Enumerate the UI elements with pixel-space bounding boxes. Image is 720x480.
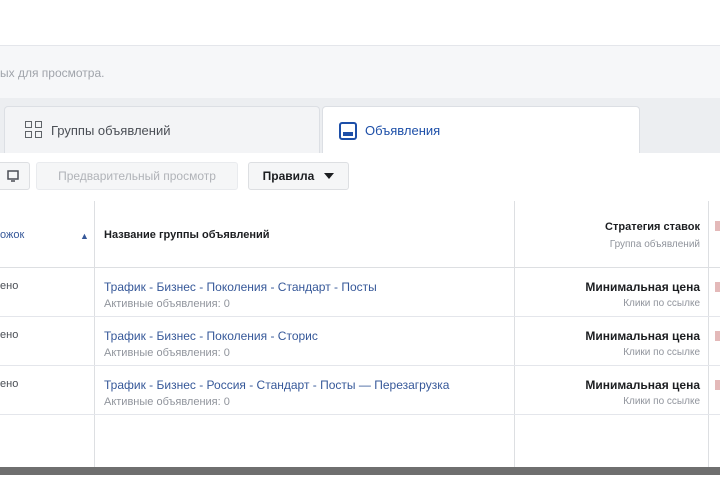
row-status: ено — [0, 378, 19, 390]
bid-strategy-sub: Клики по ссылке — [623, 396, 700, 407]
tab-ads[interactable]: Объявления — [322, 106, 640, 154]
chevron-down-icon — [324, 173, 335, 179]
ad-set-name-link[interactable]: Трафик - Бизнес - Поколения - Стандарт -… — [104, 280, 377, 294]
preview-button[interactable]: Предварительный просмотр — [36, 162, 238, 190]
tab-ad-sets[interactable]: Группы объявлений — [4, 106, 320, 153]
header-first-column[interactable]: ожок — [0, 229, 24, 241]
active-ads-count: Активные объявления: 0 — [104, 298, 230, 310]
edit-button[interactable] — [0, 162, 30, 190]
table-row[interactable]: ено Трафик - Бизнес - Поколения - Сторис… — [0, 317, 720, 366]
ad-sets-grid-icon — [25, 121, 43, 139]
active-ads-count: Активные объявления: 0 — [104, 347, 230, 359]
ads-table: ожок ▲ Название группы объявлений Страте… — [0, 201, 720, 467]
table-row[interactable]: ено Трафик - Бизнес - Россия - Стандарт … — [0, 366, 720, 415]
row-status: ено — [0, 280, 19, 292]
active-ads-count: Активные объявления: 0 — [104, 396, 230, 408]
tab-ads-label: Объявления — [365, 123, 441, 138]
header-bid-strategy-sub: Группа объявлений — [609, 239, 700, 250]
header-ad-set-name[interactable]: Название группы объявлений — [104, 229, 270, 241]
ad-set-name-link[interactable]: Трафик - Бизнес - Поколения - Сторис — [104, 329, 318, 343]
tab-ad-sets-label: Группы объявлений — [51, 122, 171, 138]
rules-label: Правила — [262, 169, 315, 183]
table-row[interactable]: ено Трафик - Бизнес - Поколения - Станда… — [0, 268, 720, 317]
info-bar: ых для просмотра. — [0, 45, 720, 99]
next-column-edge — [715, 331, 720, 341]
ads-icon — [339, 121, 357, 140]
bid-strategy-sub: Клики по ссылке — [623, 347, 700, 358]
horizontal-scrollbar[interactable] — [0, 467, 720, 475]
row-status: ено — [0, 329, 19, 341]
header-next-column-edge — [715, 221, 720, 231]
edit-icon — [7, 170, 19, 182]
next-column-edge — [715, 282, 720, 292]
table-header: ожок ▲ Название группы объявлений Страте… — [0, 201, 720, 268]
preview-label: Предварительный просмотр — [58, 169, 216, 183]
ad-set-name-link[interactable]: Трафик - Бизнес - Россия - Стандарт - По… — [104, 378, 449, 392]
tab-strip: Группы объявлений Объявления — [0, 98, 720, 154]
bid-strategy-value: Минимальная цена — [585, 280, 700, 294]
sort-arrow-icon[interactable]: ▲ — [80, 231, 89, 241]
toolbar: Предварительный просмотр Правила — [0, 153, 720, 202]
bid-strategy-value: Минимальная цена — [585, 329, 700, 343]
header-bid-strategy[interactable]: Стратегия ставок — [605, 221, 700, 233]
bid-strategy-sub: Клики по ссылке — [623, 298, 700, 309]
bid-strategy-value: Минимальная цена — [585, 378, 700, 392]
rules-dropdown[interactable]: Правила — [248, 162, 349, 190]
next-column-edge — [715, 380, 720, 390]
info-message: ых для просмотра. — [0, 66, 105, 80]
